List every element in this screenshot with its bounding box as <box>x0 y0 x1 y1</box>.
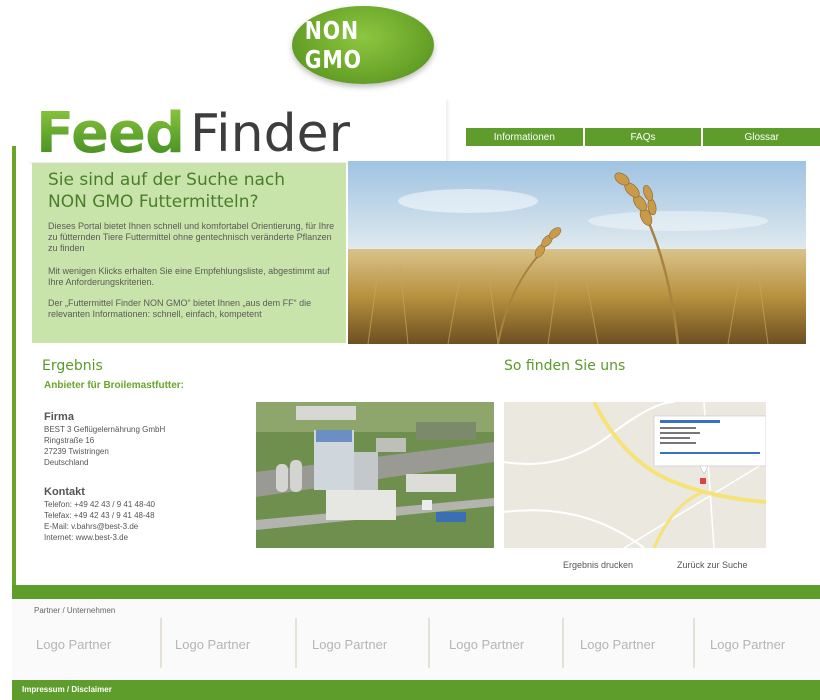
partner-logo-2[interactable]: Logo Partner <box>175 637 250 652</box>
hero-paragraph-3: Der „Futtermittel Finder NON GMO“ bietet… <box>48 298 312 319</box>
contact-phone: Telefon: +49 42 43 / 9 41 48-40 <box>44 500 155 509</box>
impressum-link[interactable]: Impressum / Disclaimer <box>22 685 112 694</box>
partner-logo-4[interactable]: Logo Partner <box>449 637 524 652</box>
back-to-search-link[interactable]: Zurück zur Suche <box>677 560 748 570</box>
partner-divider <box>160 618 162 668</box>
partner-divider <box>428 618 430 668</box>
company-name: BEST 3 Geflügelernährung GmbH <box>44 425 166 434</box>
logo-finder: Finder <box>190 104 350 164</box>
footer-green-band <box>12 585 820 599</box>
factory-aerial-photo <box>256 402 494 548</box>
non-gmo-badge: NON GMO <box>292 6 434 84</box>
hero-heading-line2: NON GMO Futtermitteln? <box>48 192 259 212</box>
contact-email[interactable]: E-Mail: v.bahrs@best-3.de <box>44 521 155 532</box>
partner-logo-1[interactable]: Logo Partner <box>36 637 111 652</box>
result-heading: Ergebnis <box>42 358 103 374</box>
partner-logo-5[interactable]: Logo Partner <box>580 637 655 652</box>
hero-paragraph-1: Dieses Portal bietet Ihnen schnell und k… <box>48 221 335 253</box>
print-result-link[interactable]: Ergebnis drucken <box>563 560 633 570</box>
logo-feed: Feed <box>28 106 185 162</box>
firma-label: Firma <box>44 411 74 423</box>
partner-label: Partner / Unternehmen <box>34 606 116 615</box>
company-street: Ringstraße 16 <box>44 436 95 445</box>
result-subheading: Anbieter für Broilemastfutter: <box>44 380 185 391</box>
contact-website[interactable]: Internet: www.best-3.de <box>44 532 155 543</box>
contact-fax: Telefax: +49 42 43 / 9 41 48-48 <box>44 511 155 520</box>
partner-logo-3[interactable]: Logo Partner <box>312 637 387 652</box>
partner-divider <box>693 618 695 668</box>
badge-text: NON GMO <box>304 16 362 74</box>
partner-area <box>12 599 820 679</box>
partner-divider <box>562 618 564 668</box>
hero-heading-line1: Sie sind auf der Suche nach <box>48 170 286 190</box>
nav-informationen[interactable]: Informationen <box>464 128 583 146</box>
company-city: 27239 Twistringen <box>44 447 109 456</box>
map-heading: So finden Sie uns <box>504 358 626 374</box>
location-map[interactable] <box>504 402 766 548</box>
company-address: BEST 3 Geflügelernährung GmbH Ringstraße… <box>44 424 165 468</box>
left-accent-bar <box>12 146 16 600</box>
company-country: Deutschland <box>44 458 89 467</box>
nav-glossar[interactable]: Glossar <box>701 128 820 146</box>
partner-divider <box>295 618 297 668</box>
kontakt-label: Kontakt <box>44 486 85 498</box>
feedfinder-logo[interactable]: Feed Finder <box>28 98 446 162</box>
hero-heading: Sie sind auf der Suche nach NON GMO Futt… <box>48 169 338 213</box>
nav-faqs[interactable]: FAQs <box>582 128 702 146</box>
hero-paragraph-2: Mit wenigen Klicks erhalten Sie eine Emp… <box>48 266 330 287</box>
wheat-field-image <box>348 161 806 344</box>
top-navigation: Informationen FAQs Glossar <box>446 128 820 146</box>
footer-bar <box>12 680 820 700</box>
contact-info: Telefon: +49 42 43 / 9 41 48-40 Telefax:… <box>44 499 155 543</box>
partner-logo-6[interactable]: Logo Partner <box>710 637 785 652</box>
